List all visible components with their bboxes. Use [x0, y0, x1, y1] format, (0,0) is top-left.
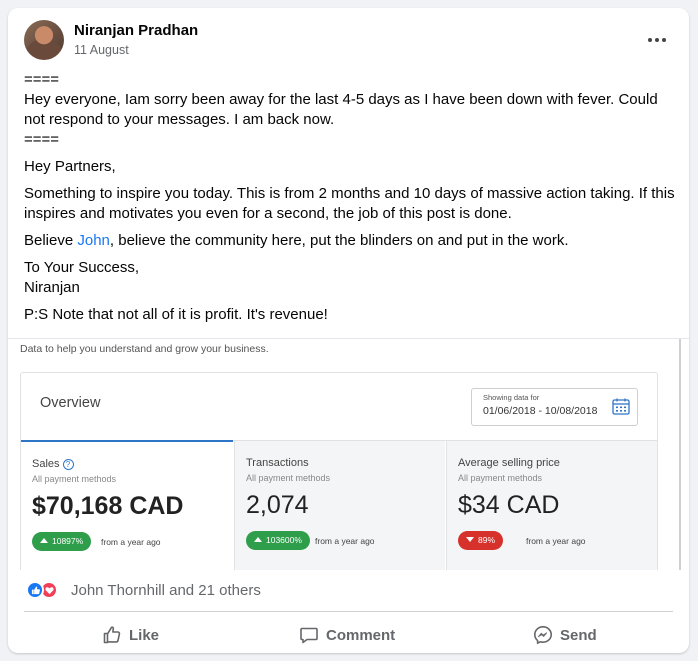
help-icon: ? [62, 459, 74, 470]
metric-title: Sales? [32, 458, 74, 470]
comment-button[interactable]: Comment [299, 620, 395, 650]
metric-subtitle: All payment methods [458, 473, 543, 483]
metric-transactions: Transactions All payment methods 2,074 1… [234, 441, 445, 570]
author-name[interactable]: Niranjan Pradhan [74, 22, 198, 39]
metric-subtitle: All payment methods [32, 474, 117, 484]
inspire-paragraph: Something to inspire you today. This is … [24, 185, 675, 222]
overview-panel: Overview Showing data for 01/06/2018 - 1… [20, 372, 658, 570]
triangle-up-icon [254, 537, 262, 542]
comparison-label: from a year ago [526, 536, 586, 546]
thumbs-up-icon [103, 626, 121, 644]
metric-subtitle: All payment methods [246, 473, 331, 483]
change-value: 89% [478, 535, 496, 545]
metric-value: $34 CAD [458, 491, 560, 519]
metric-value: $70,168 CAD [32, 492, 184, 520]
attached-image[interactable]: Data to help you understand and grow you… [8, 338, 689, 570]
believe-paragraph: Believe John, believe the community here… [24, 231, 680, 251]
dashboard-subtitle: Data to help you understand and grow you… [20, 343, 269, 355]
more-horizontal-icon [648, 38, 666, 42]
post-text: ==== Hey everyone, Iam sorry been away f… [24, 70, 680, 332]
separator-top: ==== [24, 71, 60, 88]
mention-link-john[interactable]: John [77, 232, 110, 249]
apology-line: Hey everyone, Iam sorry been away for th… [24, 91, 658, 128]
triangle-up-icon [40, 538, 48, 543]
post-date[interactable]: 11 August [74, 43, 129, 57]
like-reaction-icon [26, 581, 44, 599]
metric-sales: Sales? All payment methods $70,168 CAD 1… [21, 440, 233, 570]
reactions-summary[interactable]: John Thornhill and 21 others [71, 582, 261, 599]
comment-label: Comment [326, 626, 396, 644]
post-card: Niranjan Pradhan 11 August ==== Hey ever… [8, 8, 689, 653]
change-badge: 103600% [246, 531, 310, 550]
ps-note: P:S Note that not all of it is profit. I… [24, 306, 328, 323]
closing-line: To Your Success, [24, 259, 140, 276]
change-value: 10897% [52, 536, 84, 546]
greeting: Hey Partners, [24, 158, 116, 175]
date-range-value: 01/06/2018 - 10/08/2018 [483, 405, 598, 417]
image-edge-divider [679, 339, 681, 570]
send-button[interactable]: Send [533, 620, 597, 650]
send-label: Send [560, 626, 597, 644]
post-header: Niranjan Pradhan 11 August [24, 20, 673, 64]
reactions-bar[interactable]: John Thornhill and 21 others [24, 578, 673, 602]
comment-icon [300, 627, 318, 644]
action-bar: Like Comment Send [24, 611, 673, 653]
signature: Niranjan [24, 279, 80, 296]
metric-title-text: Sales [32, 458, 60, 470]
triangle-down-icon [466, 537, 474, 542]
believe-text-after: , believe the community here, put the bl… [109, 232, 569, 249]
change-badge: 10897% [32, 532, 92, 551]
change-badge: 89% [458, 531, 504, 550]
like-button[interactable]: Like [102, 620, 159, 650]
believe-text-before: Believe [24, 232, 78, 249]
metrics-row: Sales? All payment methods $70,168 CAD 1… [21, 440, 657, 570]
date-range-label: Showing data for [483, 393, 540, 402]
messenger-icon [534, 626, 552, 644]
author-avatar[interactable] [24, 20, 64, 60]
overview-title: Overview [40, 395, 101, 411]
metric-title: Average selling price [458, 457, 560, 469]
separator-bottom: ==== [24, 131, 60, 148]
more-options-button[interactable] [641, 24, 673, 56]
metric-title: Transactions [246, 457, 309, 469]
calendar-icon [612, 398, 630, 415]
metric-average-selling-price: Average selling price All payment method… [446, 441, 657, 570]
metric-value: 2,074 [246, 491, 309, 519]
change-value: 103600% [266, 535, 302, 545]
like-label: Like [129, 626, 160, 644]
date-range-picker: Showing data for 01/06/2018 - 10/08/2018 [471, 388, 638, 426]
comparison-label: from a year ago [101, 537, 161, 547]
comparison-label: from a year ago [315, 536, 375, 546]
